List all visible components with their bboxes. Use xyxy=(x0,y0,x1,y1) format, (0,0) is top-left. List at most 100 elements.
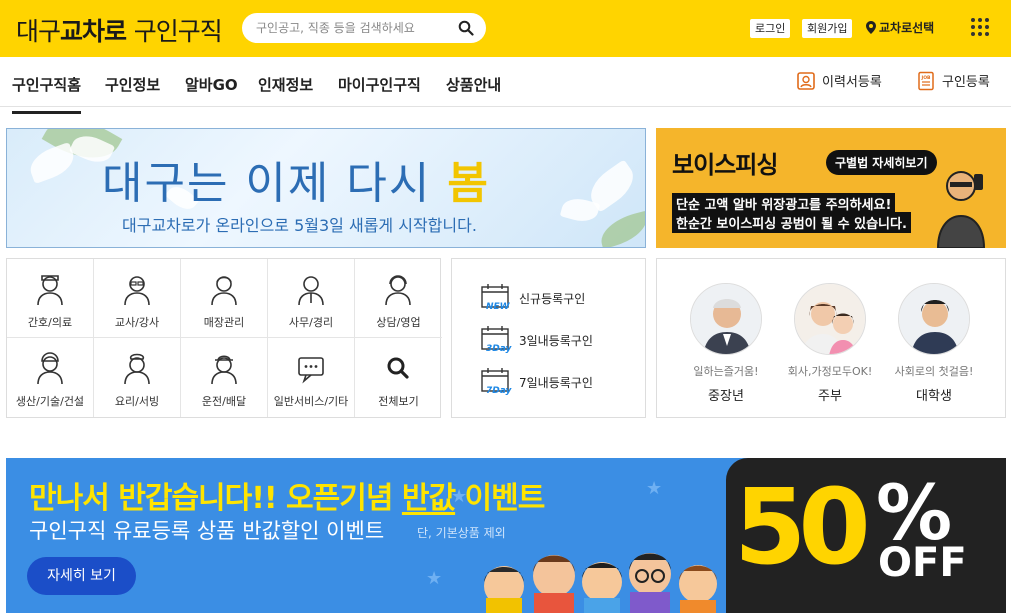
logo-service-text: 구인구직 xyxy=(133,17,223,46)
nav-albago[interactable]: 알바GO xyxy=(185,74,238,95)
event-detail-button[interactable]: 자세히 보기 xyxy=(27,557,136,595)
category-driver[interactable]: 운전/배달 xyxy=(181,338,268,417)
category-chef[interactable]: 요리/서빙 xyxy=(94,338,181,417)
nav-home[interactable]: 구인구직홈 xyxy=(12,74,82,114)
spring-headline: 대구는 이제 다시 봄 xyxy=(102,147,490,211)
category-label: 일반서비스/기타 xyxy=(273,395,349,408)
recent-7day-link[interactable]: 7Day 7일내등록구인 xyxy=(480,367,640,401)
category-nurse[interactable]: 간호/의료 xyxy=(7,259,94,338)
recent-label: 3일내등록구인 xyxy=(519,334,593,348)
region-select[interactable]: 교차로선택 xyxy=(866,19,934,36)
search-icon[interactable] xyxy=(458,20,474,36)
search-icon xyxy=(387,357,409,379)
category-label: 요리/서빙 xyxy=(114,395,160,408)
category-label: 생산/기술/건설 xyxy=(15,395,85,408)
teacher-icon xyxy=(124,276,150,306)
voice-phishing-line-1: 단순 고액 알바 위장광고를 주의하세요! xyxy=(672,193,896,214)
spring-headline-accent: 봄 xyxy=(447,158,490,209)
group-name: 대학생 xyxy=(916,389,952,404)
job-category-grid: 간호/의료 교사/강사 매장관리 사무/경리 상담/영업 생산/기술/건설 요리… xyxy=(6,258,442,418)
svg-text:JOB: JOB xyxy=(921,75,931,81)
group-caption: 일하는즐거움! xyxy=(693,365,759,378)
category-store-manager[interactable]: 매장관리 xyxy=(181,259,268,338)
category-office[interactable]: 사무/경리 xyxy=(268,259,355,338)
group-name: 주부 xyxy=(818,389,842,404)
category-label: 상담/영업 xyxy=(376,316,421,329)
category-general-service[interactable]: 일반서비스/기타 xyxy=(268,338,355,417)
resume-register-label: 이력서등록 xyxy=(822,75,882,90)
logo-region-text: 대구 xyxy=(16,17,61,46)
category-label: 전체보기 xyxy=(378,395,419,408)
category-teacher[interactable]: 교사/강사 xyxy=(94,259,181,338)
star-decoration: ★ xyxy=(646,478,663,499)
recent-tag: NEW xyxy=(486,302,510,312)
category-view-all[interactable]: 전체보기 xyxy=(355,338,442,417)
search-box xyxy=(242,13,486,43)
phone-scammer-illustration xyxy=(936,171,986,248)
discount-number: 50 xyxy=(734,466,871,588)
group-name: 중장년 xyxy=(708,389,744,404)
main-nav: 구인구직홈 구인정보 알바GO 인재정보 마이구인구직 상품안내 이력서등록 J… xyxy=(0,57,1011,114)
cartoon-people-illustration xyxy=(484,553,717,613)
target-group-panel: 일하는즐거움! 중장년 회사,가정모두OK! 주부 사회로의 첫걸음! 대학생 xyxy=(656,258,1006,418)
half-price-event-banner[interactable]: ★ ★ ★ 만나서 반갑습니다!! 오픈기념 반값 이벤트 구인구직 유료등록 … xyxy=(6,458,1006,613)
all-menu-icon[interactable] xyxy=(971,18,989,36)
group-caption: 사회로의 첫걸음! xyxy=(894,365,974,378)
nav-talent-info[interactable]: 인재정보 xyxy=(258,74,313,95)
middle-aged-photo xyxy=(690,283,762,355)
login-button[interactable]: 로그인 xyxy=(750,19,791,38)
category-label: 운전/배달 xyxy=(201,395,247,408)
event-subline: 구인구직 유료등록 상품 반값할인 이벤트 xyxy=(29,519,385,543)
recent-3day-link[interactable]: 3Day 3일내등록구인 xyxy=(480,325,640,359)
event-headline: 만나서 반갑습니다!! 오픈기념 반값 이벤트 xyxy=(29,473,546,517)
category-label: 매장관리 xyxy=(203,316,245,329)
category-label: 간호/의료 xyxy=(27,316,73,329)
group-middle-aged[interactable]: 일하는즐거움! 중장년 xyxy=(681,283,771,404)
nurse-icon xyxy=(37,275,63,306)
voice-phishing-title: 보이스피싱 xyxy=(672,151,778,179)
group-college-student[interactable]: 사회로의 첫걸음! 대학생 xyxy=(889,283,979,404)
construction-worker-icon xyxy=(37,352,63,385)
call-agent-icon xyxy=(385,275,411,306)
recent-postings-panel: NEW 신규등록구인 3Day 3일내등록구인 7Day 7일내등록구인 xyxy=(451,258,646,418)
job-post-icon: JOB xyxy=(918,71,934,91)
voice-phishing-detail-button[interactable]: 구별법 자세히보기 xyxy=(826,150,937,175)
voice-phishing-banner[interactable]: 보이스피싱 구별법 자세히보기 단순 고액 알바 위장광고를 주의하세요! 한순… xyxy=(656,128,1006,248)
leaf-decoration xyxy=(596,210,645,247)
homemaker-photo xyxy=(794,283,866,355)
chef-icon xyxy=(124,353,150,385)
category-construction[interactable]: 생산/기술/건설 xyxy=(7,338,94,417)
group-homemaker[interactable]: 회사,가정모두OK! 주부 xyxy=(785,283,875,404)
spring-reopen-banner[interactable]: 대구는 이제 다시 봄 대구교차로가 온라인으로 5월3일 새롭게 시작합니다. xyxy=(6,128,646,248)
spring-headline-text: 대구는 이제 다시 xyxy=(102,158,448,209)
job-register-label: 구인등록 xyxy=(942,75,990,90)
office-worker-icon xyxy=(298,276,324,306)
nav-job-info[interactable]: 구인정보 xyxy=(105,74,160,95)
location-pin-icon xyxy=(866,21,876,34)
category-call-agent[interactable]: 상담/영업 xyxy=(355,259,442,338)
recent-new-link[interactable]: NEW 신규등록구인 xyxy=(480,283,640,317)
region-select-label: 교차로선택 xyxy=(879,21,935,35)
chat-bubble-icon xyxy=(298,357,324,384)
recent-label: 7일내등록구인 xyxy=(519,376,593,390)
category-label: 교사/강사 xyxy=(114,316,160,329)
star-decoration: ★ xyxy=(426,568,443,589)
event-headline-part: 이벤트 xyxy=(455,481,546,516)
nav-my-jobs[interactable]: 마이구인구직 xyxy=(338,74,421,95)
recent-tag: 3Day xyxy=(486,344,512,354)
event-headline-part: 만나서 반갑습니다!! 오픈기념 xyxy=(29,481,402,516)
signup-button[interactable]: 회원가입 xyxy=(802,19,853,38)
search-input[interactable] xyxy=(256,19,446,37)
nav-products[interactable]: 상품안내 xyxy=(446,74,501,95)
logo-brand-text: 교차로 xyxy=(60,17,127,46)
resume-register-link[interactable]: 이력서등록 xyxy=(796,71,882,91)
top-header: 대구교차로 구인구직 로그인 회원가입 교차로선택 xyxy=(0,0,1011,57)
site-logo[interactable]: 대구교차로 구인구직 xyxy=(16,12,223,48)
college-student-photo xyxy=(898,283,970,355)
discount-off-label: OFF xyxy=(878,540,967,586)
spring-subline: 대구교차로가 온라인으로 5월3일 새롭게 시작합니다. xyxy=(122,216,477,235)
job-register-link[interactable]: JOB 구인등록 xyxy=(916,71,990,91)
store-manager-icon xyxy=(211,276,237,306)
resume-icon xyxy=(797,72,815,90)
recent-tag: 7Day xyxy=(486,386,512,396)
